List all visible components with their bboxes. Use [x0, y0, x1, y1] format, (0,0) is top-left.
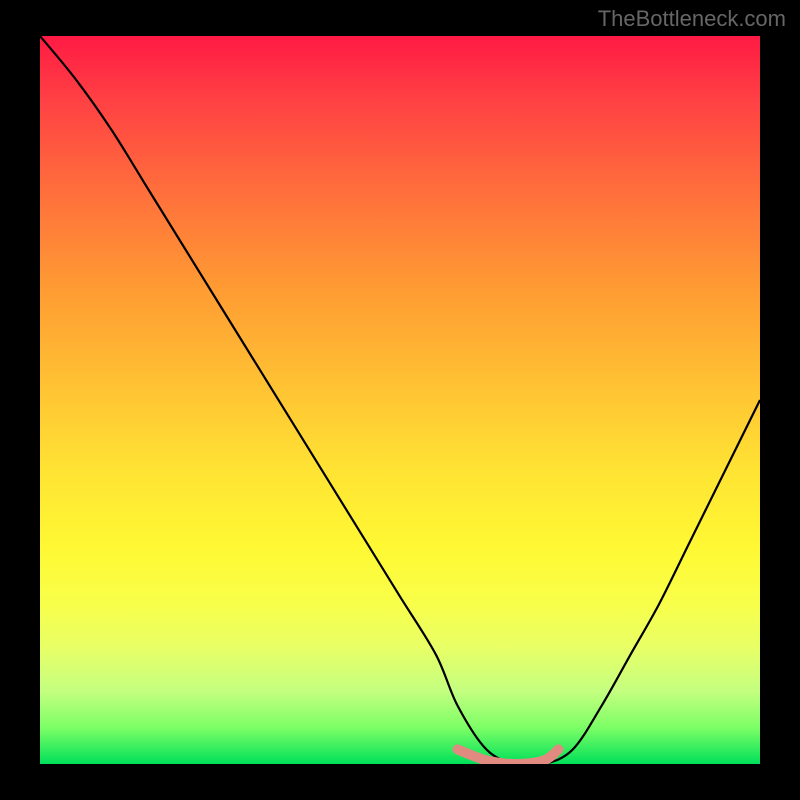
plot-area	[40, 36, 760, 764]
chart-frame: TheBottleneck.com	[0, 0, 800, 800]
plot-border	[0, 0, 800, 800]
watermark-text: TheBottleneck.com	[598, 6, 786, 32]
optimal-range-marker	[458, 749, 559, 764]
bottleneck-curve	[40, 36, 760, 764]
curve-layer	[40, 36, 760, 764]
